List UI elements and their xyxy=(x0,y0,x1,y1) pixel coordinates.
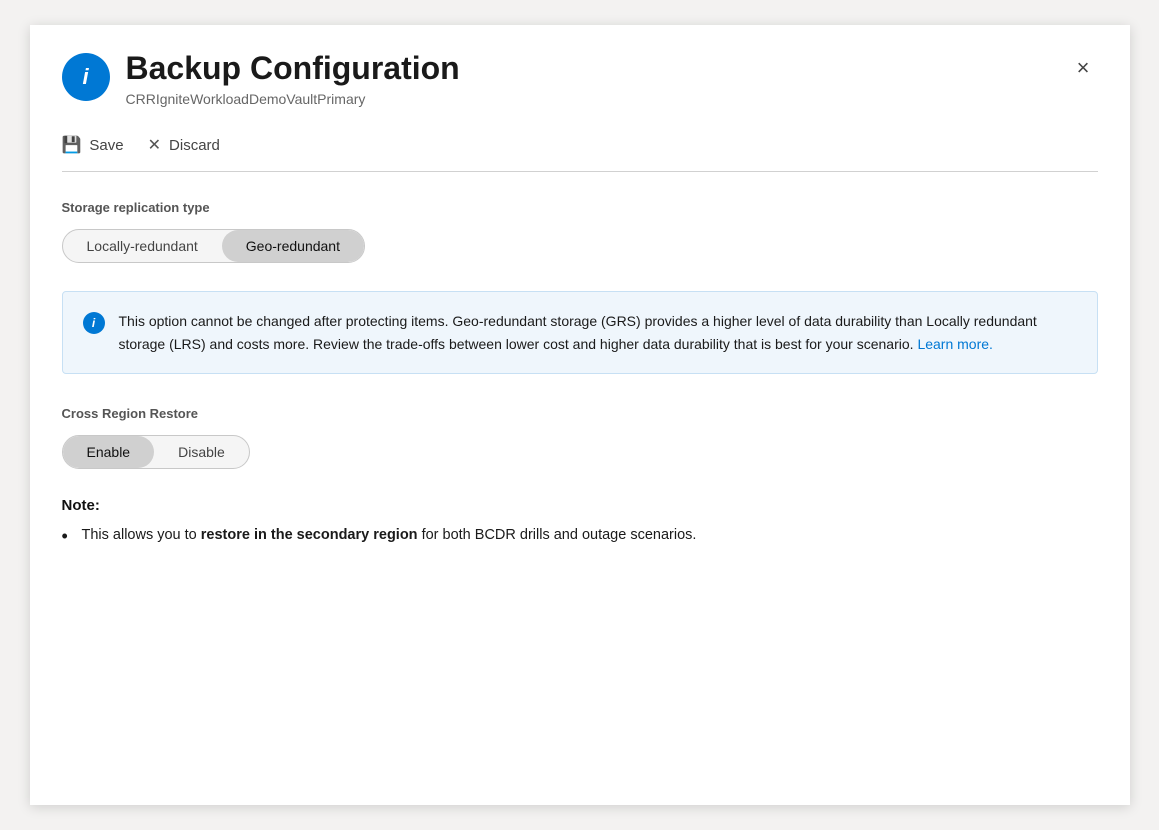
backup-config-dialog: i Backup Configuration CRRIgniteWorkload… xyxy=(30,25,1130,805)
save-button[interactable]: 💾 Save xyxy=(62,131,124,159)
info-icon-small: i xyxy=(83,312,105,334)
discard-button[interactable]: ✕ Discard xyxy=(148,131,220,159)
toolbar: 💾 Save ✕ Discard xyxy=(30,123,1130,171)
info-box-text: This option cannot be changed after prot… xyxy=(119,310,1077,355)
cross-region-section: Cross Region Restore Enable Disable xyxy=(62,406,1098,469)
dialog-title: Backup Configuration xyxy=(126,49,460,87)
info-icon-large: i xyxy=(62,53,110,101)
cross-region-label: Cross Region Restore xyxy=(62,406,1098,421)
list-item: This allows you to restore in the second… xyxy=(62,524,1098,547)
header-left: i Backup Configuration CRRIgniteWorkload… xyxy=(62,49,460,107)
toggle-disable[interactable]: Disable xyxy=(154,436,249,468)
save-icon: 💾 xyxy=(62,135,82,155)
storage-replication-section: Storage replication type Locally-redunda… xyxy=(62,200,1098,263)
storage-replication-label: Storage replication type xyxy=(62,200,1098,215)
info-box: i This option cannot be changed after pr… xyxy=(62,291,1098,374)
content-area: Storage replication type Locally-redunda… xyxy=(30,172,1130,575)
title-group: Backup Configuration CRRIgniteWorkloadDe… xyxy=(126,49,460,107)
close-button[interactable]: × xyxy=(1069,53,1098,83)
note-section: Note: This allows you to restore in the … xyxy=(62,497,1098,547)
discard-icon: ✕ xyxy=(148,135,161,155)
cross-region-toggle: Enable Disable xyxy=(62,435,250,469)
learn-more-link[interactable]: Learn more. xyxy=(917,336,992,352)
toggle-enable[interactable]: Enable xyxy=(63,436,155,468)
toggle-geo-redundant[interactable]: Geo-redundant xyxy=(222,230,364,262)
dialog-header: i Backup Configuration CRRIgniteWorkload… xyxy=(30,25,1130,123)
storage-replication-toggle: Locally-redundant Geo-redundant xyxy=(62,229,365,263)
note-label: Note: xyxy=(62,497,1098,514)
note-list: This allows you to restore in the second… xyxy=(62,524,1098,547)
toggle-locally-redundant[interactable]: Locally-redundant xyxy=(63,230,222,262)
dialog-subtitle: CRRIgniteWorkloadDemoVaultPrimary xyxy=(126,91,460,107)
